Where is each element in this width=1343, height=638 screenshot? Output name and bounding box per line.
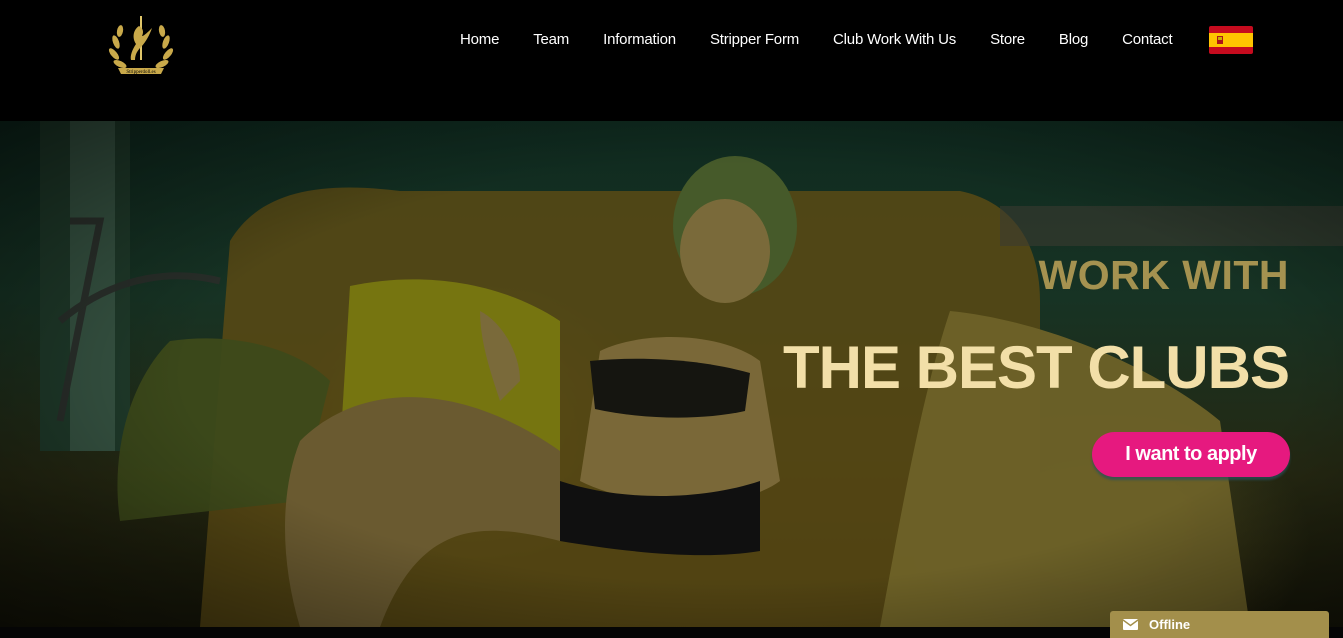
nav-contact[interactable]: Contact	[1105, 27, 1189, 53]
hero-headline-big: THE BEST CLUBS	[782, 334, 1290, 401]
chat-status-label: Offline	[1149, 617, 1191, 632]
laurel-logo-icon: Stripperdoll.es	[108, 16, 174, 75]
nav-store[interactable]: Store	[973, 27, 1042, 53]
nav-blog[interactable]: Blog	[1042, 27, 1105, 53]
envelope-icon	[1123, 619, 1138, 630]
main-nav: Home Team Information Stripper Form Club…	[443, 27, 1189, 53]
nav-information[interactable]: Information	[586, 27, 693, 53]
svg-text:Stripperdoll.es: Stripperdoll.es	[126, 70, 155, 75]
hero-headline-small: WORK WITH	[1038, 252, 1289, 298]
hero-banner: WORK WITH THE BEST CLUBS I want to apply	[0, 121, 1343, 627]
nav-stripper-form[interactable]: Stripper Form	[693, 27, 816, 53]
chat-widget-offline[interactable]: Offline	[1110, 611, 1329, 638]
nav-home[interactable]: Home	[443, 27, 516, 53]
nav-team[interactable]: Team	[516, 27, 586, 53]
spain-flag-icon[interactable]	[1209, 26, 1253, 54]
logo[interactable]: Stripperdoll.es	[106, 12, 176, 78]
nav-club-work-with-us[interactable]: Club Work With Us	[816, 27, 973, 53]
apply-button[interactable]: I want to apply	[1092, 432, 1290, 477]
site-header: Stripperdoll.es Home Team Information St…	[0, 0, 1343, 121]
